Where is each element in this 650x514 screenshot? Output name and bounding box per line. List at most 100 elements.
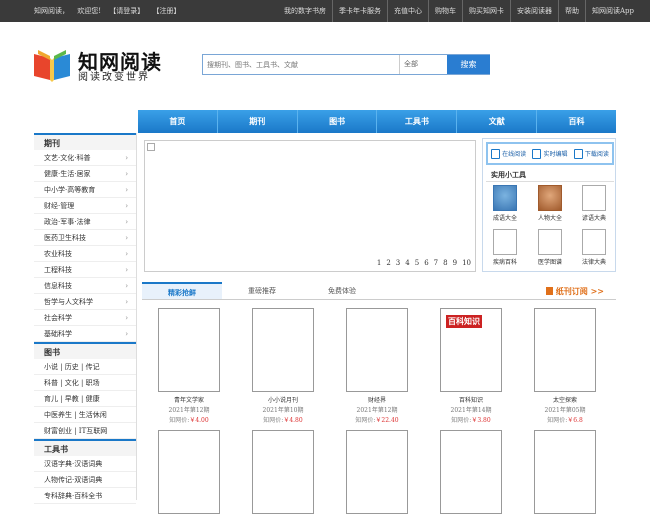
pager-dot[interactable]: 9 (453, 259, 457, 267)
book-cover[interactable] (158, 308, 220, 392)
book-cover[interactable] (158, 430, 220, 514)
search-input[interactable] (203, 55, 399, 74)
link-recharge[interactable]: 充值中心 (386, 0, 428, 22)
pager-dot[interactable]: 3 (396, 259, 400, 267)
sidebar-item[interactable]: 小说 | 历史 | 传记 (34, 359, 136, 375)
idiom-icon (493, 185, 517, 211)
book-name[interactable]: 太空探索 (533, 395, 597, 404)
nav-reference[interactable]: 工具书 (377, 110, 458, 133)
sidebar-item[interactable]: 基础科学 › (34, 326, 136, 342)
link-cart[interactable]: 购物车 (427, 0, 462, 22)
book-cover[interactable] (440, 430, 502, 514)
tab-fresh[interactable]: 精彩抢鲜 (142, 282, 222, 299)
sidebar-item[interactable]: 农业科技 › (34, 246, 136, 262)
pager-dot[interactable]: 8 (443, 259, 447, 267)
chevron-right-icon: › (125, 234, 128, 242)
pager-dot[interactable]: 6 (424, 259, 428, 267)
book-card[interactable] (157, 430, 221, 514)
book-card[interactable]: 财经界 财经界 2021年第12期 知网价:￥22.40 (345, 308, 409, 424)
sidebar-item[interactable]: 中医养生 | 生活休闲 (34, 407, 136, 423)
pager-dot[interactable]: 1 (377, 259, 381, 267)
book-issue: 2021年第12期 (168, 407, 210, 414)
book-cover[interactable] (346, 430, 408, 514)
login-link[interactable]: 【请登录】 (109, 7, 144, 15)
book-issue: 2021年第12期 (356, 407, 398, 414)
book-name[interactable]: 小小说月刊 (251, 395, 315, 404)
search-scope-select[interactable]: 全部 (399, 55, 447, 74)
book-issue: 2021年第14期 (450, 407, 492, 414)
link-my-study[interactable]: 我的数字书房 (278, 0, 332, 22)
sidebar-item[interactable]: 社会科学 › (34, 310, 136, 326)
chevron-right-icon: › (125, 282, 128, 290)
tool-proverbs[interactable]: 谚语大典 (577, 185, 611, 225)
book-name[interactable]: 财经界 (345, 395, 409, 404)
pager-dot[interactable]: 4 (405, 259, 409, 267)
book-card[interactable] (251, 430, 315, 514)
search-button[interactable]: 搜索 (447, 55, 490, 74)
online-read-button[interactable]: 在线阅读 (491, 148, 526, 159)
sidebar-item[interactable]: 哲学与人文科学 › (34, 294, 136, 310)
download-read-button[interactable]: 下载阅读 (573, 148, 609, 159)
sidebar-section-journals[interactable]: 期刊 (34, 133, 136, 150)
nav-home[interactable]: 首页 (138, 110, 218, 133)
book-cover[interactable]: 小小说月刊 (252, 308, 314, 392)
book-name[interactable]: 青年文学家 (157, 395, 221, 404)
link-card-service[interactable]: 季卡年卡服务 (331, 0, 387, 22)
book-cover[interactable]: 百科知识 (440, 308, 502, 392)
site-logo[interactable]: 知网阅读 阅读改变世界 (32, 46, 172, 84)
nav-journals[interactable]: 期刊 (218, 110, 298, 133)
nav-encyclopedia[interactable]: 百科 (537, 110, 616, 133)
link-buy-card[interactable]: 购买知网卡 (461, 0, 510, 22)
recommend-tabs: 精彩抢鲜 重磅推荐 免费体验 纸刊订阅 >> (142, 282, 616, 300)
sidebar-item[interactable]: 政治·军事·法律 › (34, 214, 136, 230)
tab-free-trial[interactable]: 免费体验 (302, 282, 382, 299)
book-cover[interactable] (252, 430, 314, 514)
link-app[interactable]: 知网阅读App (584, 0, 640, 22)
sidebar-section-books[interactable]: 图书 (34, 342, 136, 359)
subscribe-link[interactable]: 纸刊订阅 >> (545, 282, 604, 300)
sidebar-item[interactable]: 财经·管理 › (34, 198, 136, 214)
book-name[interactable]: 百科知识 (439, 395, 503, 404)
book-card[interactable]: 小小说月刊 小小说月刊 2021年第10期 知网价:￥4.80 (251, 308, 315, 424)
pager-dot[interactable]: 10 (462, 259, 471, 267)
book-cover[interactable]: 财经界 (346, 308, 408, 392)
sidebar-item[interactable]: 医药卫生科技 › (34, 230, 136, 246)
sidebar-item[interactable]: 汉语字典·汉语词典 (34, 456, 136, 472)
tool-people[interactable]: 人物大全 (533, 185, 567, 225)
book-card[interactable]: 太空探索 太空探索 2021年第05期 知网价:￥6.8 (533, 308, 597, 424)
book-card[interactable] (345, 430, 409, 514)
tab-recommend[interactable]: 重磅推荐 (222, 282, 302, 299)
register-link[interactable]: 【注册】 (153, 7, 181, 15)
sidebar-item[interactable]: 工程科技 › (34, 262, 136, 278)
sidebar-item[interactable]: 文艺·文化·科普 › (34, 150, 136, 166)
nav-books[interactable]: 图书 (298, 110, 378, 133)
sidebar-item[interactable]: 人物传记·双语词典 (34, 472, 136, 488)
reading-modes: 在线阅读 实时编辑 下载阅读 (486, 142, 614, 165)
tool-idioms[interactable]: 成语大全 (488, 185, 522, 225)
pager-dot[interactable]: 5 (415, 259, 419, 267)
sidebar-item[interactable]: 专科辞典·百科全书 (34, 488, 136, 504)
link-help[interactable]: 帮助 (557, 0, 585, 22)
nav-literature[interactable]: 文献 (457, 110, 538, 133)
book-card[interactable] (533, 430, 597, 514)
book-card[interactable]: 百科知识 百科知识 2021年第14期 知网价:￥3.80 (439, 308, 503, 424)
sidebar-item[interactable]: 中小学·高等教育 › (34, 182, 136, 198)
book-cover[interactable] (534, 430, 596, 514)
pager-dot[interactable]: 7 (434, 259, 438, 267)
book-card[interactable] (439, 430, 503, 514)
book-card[interactable]: 青年文学家 2021年第12期 知网价:￥4.00 (157, 308, 221, 424)
tool-disease[interactable]: 疾病百科 (488, 229, 522, 269)
tool-medical-atlas[interactable]: 医学图谱 (533, 229, 567, 269)
realtime-edit-button[interactable]: 实时编辑 (532, 148, 568, 159)
sidebar-item[interactable]: 育儿 | 早教 | 健康 (34, 391, 136, 407)
banner-carousel[interactable]: 1 2 3 4 5 6 7 8 9 10 (144, 140, 476, 272)
sidebar-item[interactable]: 财富创业 | IT互联网 (34, 423, 136, 439)
pager-dot[interactable]: 2 (386, 259, 390, 267)
tool-law[interactable]: 法律大典 (577, 229, 611, 269)
sidebar-section-reference[interactable]: 工具书 (34, 439, 136, 456)
link-install-reader[interactable]: 安装阅读器 (509, 0, 558, 22)
sidebar-item[interactable]: 健康·生活·居家 › (34, 166, 136, 182)
book-cover[interactable]: 太空探索 (534, 308, 596, 392)
sidebar-item[interactable]: 科普 | 文化 | 职场 (34, 375, 136, 391)
sidebar-item[interactable]: 信息科技 › (34, 278, 136, 294)
